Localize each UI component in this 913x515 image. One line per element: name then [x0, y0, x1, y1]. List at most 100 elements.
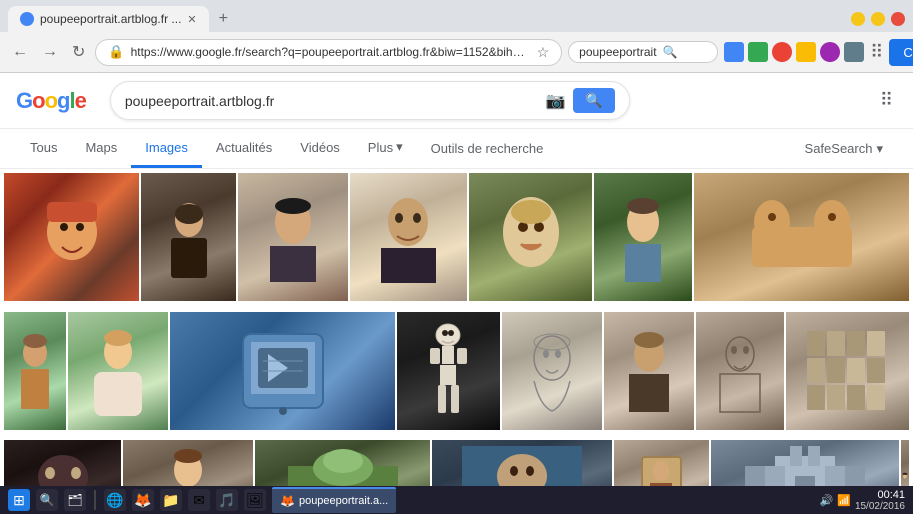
omni-search[interactable]: poupeeportrait 🔍 — [568, 41, 718, 63]
safe-search[interactable]: SafeSearch ▾ — [791, 131, 897, 167]
image-cell[interactable] — [469, 173, 592, 301]
tab-videos[interactable]: Vidéos — [286, 130, 354, 168]
image-cell[interactable] — [4, 312, 66, 430]
image-row-2 — [4, 312, 909, 430]
image-grid — [0, 169, 913, 515]
tab-plus[interactable]: Plus ▾ — [354, 129, 417, 168]
image-cell[interactable] — [238, 173, 348, 301]
portrait-8-svg — [15, 331, 55, 411]
task-view-icon: 🗂 — [67, 493, 82, 507]
close-button[interactable] — [891, 12, 905, 26]
active-app-icon: 🦊 — [280, 494, 295, 508]
image-cell[interactable] — [594, 173, 692, 301]
tab-title: poupeeportrait.artblog.fr ... — [40, 12, 181, 26]
omni-search-text: poupeeportrait — [579, 45, 656, 59]
search-input[interactable] — [125, 93, 538, 109]
active-app-indicator[interactable]: 🦊 poupeeportrait.a... — [272, 487, 396, 513]
google-logo: Google — [16, 88, 86, 114]
taskbar-divider — [94, 490, 96, 510]
tablet-svg — [213, 326, 353, 416]
apps-button[interactable]: ⠿ — [870, 42, 883, 63]
mail-icon: ✉ — [193, 492, 205, 509]
apps-grid-button[interactable]: ⠿ — [876, 86, 897, 115]
tab-images[interactable]: Images — [131, 130, 202, 168]
image-cell[interactable] — [696, 312, 784, 430]
url-icons: ☆ — [537, 44, 550, 61]
tab-actualites[interactable]: Actualités — [202, 130, 286, 168]
clock: 00:41 15/02/2016 — [855, 489, 905, 512]
portrait-11-svg — [710, 326, 770, 416]
portrait-10-svg — [619, 326, 679, 416]
safe-search-arrow: ▾ — [876, 141, 883, 157]
image-cell[interactable] — [397, 312, 500, 430]
image-row-1 — [4, 173, 909, 301]
header-icons: ⠿ — [876, 86, 897, 115]
media-button[interactable]: 🎵 — [216, 489, 238, 511]
folder-icon: 📁 — [162, 492, 179, 509]
address-bar: ← → ↻ 🔒 https://www.google.fr/search?q=p… — [0, 32, 913, 72]
url-box: 🔒 https://www.google.fr/search?q=poupeep… — [95, 39, 562, 66]
photo-icon: 🖼 — [246, 492, 264, 509]
ie-button[interactable]: 🌐 — [104, 489, 126, 511]
secure-icon: 🔒 — [108, 44, 124, 60]
maximize-button[interactable] — [871, 12, 885, 26]
omni-search-icon: 🔍 — [663, 45, 678, 59]
image-cell[interactable] — [604, 312, 694, 430]
task-view-button[interactable]: 🗂 — [64, 489, 86, 511]
start-button[interactable]: ⊞ — [8, 489, 30, 511]
ext-icon-5[interactable] — [820, 42, 840, 62]
back-button[interactable]: ← — [8, 39, 32, 65]
folder-button[interactable]: 📁 — [160, 489, 182, 511]
tab-maps[interactable]: Maps — [71, 130, 131, 168]
search-box[interactable]: 📷 🔍 — [110, 81, 630, 120]
logo-g2: g — [57, 88, 69, 113]
forward-button[interactable]: → — [38, 39, 62, 65]
windows-icon: ⊞ — [13, 492, 25, 509]
bookmark-icon[interactable]: ☆ — [537, 44, 550, 61]
tab-favicon — [20, 12, 34, 26]
camera-search-button[interactable]: 📷 — [546, 91, 566, 111]
date-display: 15/02/2016 — [855, 501, 905, 512]
ext-icon-4[interactable] — [796, 42, 816, 62]
portrait-5-svg — [491, 192, 571, 282]
mail-button[interactable]: ✉ — [188, 489, 210, 511]
image-cell[interactable] — [502, 312, 602, 430]
photo-button[interactable]: 🖼 — [244, 489, 266, 511]
image-cell[interactable] — [4, 173, 139, 301]
tab-outils[interactable]: Outils de recherche — [417, 131, 558, 166]
logo-e: e — [75, 88, 86, 113]
tab-tous[interactable]: Tous — [16, 130, 71, 168]
search-submit-button[interactable]: 🔍 — [573, 88, 614, 113]
search-taskbar-icon: 🔍 — [40, 493, 55, 507]
ext-icon-2[interactable] — [748, 42, 768, 62]
nav-tabs: Tous Maps Images Actualités Vidéos Plus … — [0, 129, 913, 169]
active-app-label: poupeeportrait.a... — [299, 495, 388, 507]
ext-icon-6[interactable] — [844, 42, 864, 62]
image-cell[interactable] — [141, 173, 236, 301]
image-cell[interactable] — [68, 312, 168, 430]
image-cell[interactable] — [786, 312, 909, 430]
minimize-button[interactable] — [851, 12, 865, 26]
media-icon: 🎵 — [218, 492, 235, 509]
search-taskbar-button[interactable]: 🔍 — [36, 489, 58, 511]
ie-icon: 🌐 — [106, 492, 123, 509]
plus-chevron-icon: ▾ — [396, 139, 403, 155]
refresh-button[interactable]: ↻ — [68, 38, 89, 66]
network-icon[interactable]: 📶 — [837, 494, 851, 507]
ext-icon-1[interactable] — [724, 42, 744, 62]
firefox-button[interactable]: 🦊 — [132, 489, 154, 511]
ext-icon-3[interactable] — [772, 42, 792, 62]
browser-chrome: poupeeportrait.artblog.fr ... ✕ + ← → ↻ … — [0, 0, 913, 73]
tab-close-btn[interactable]: ✕ — [187, 13, 196, 26]
logo-g: G — [16, 88, 32, 113]
image-cell[interactable] — [350, 173, 467, 301]
active-tab[interactable]: poupeeportrait.artblog.fr ... ✕ — [8, 6, 209, 32]
image-cell[interactable] — [694, 173, 909, 301]
connexion-button[interactable]: Connexion — [889, 39, 913, 66]
new-tab-button[interactable]: + — [213, 8, 234, 30]
portrait-2-svg — [159, 192, 219, 282]
speaker-icon[interactable]: 🔊 — [820, 494, 834, 507]
image-cell[interactable] — [170, 312, 395, 430]
time-display: 00:41 — [855, 489, 905, 501]
tab-bar: poupeeportrait.artblog.fr ... ✕ + — [0, 0, 913, 32]
